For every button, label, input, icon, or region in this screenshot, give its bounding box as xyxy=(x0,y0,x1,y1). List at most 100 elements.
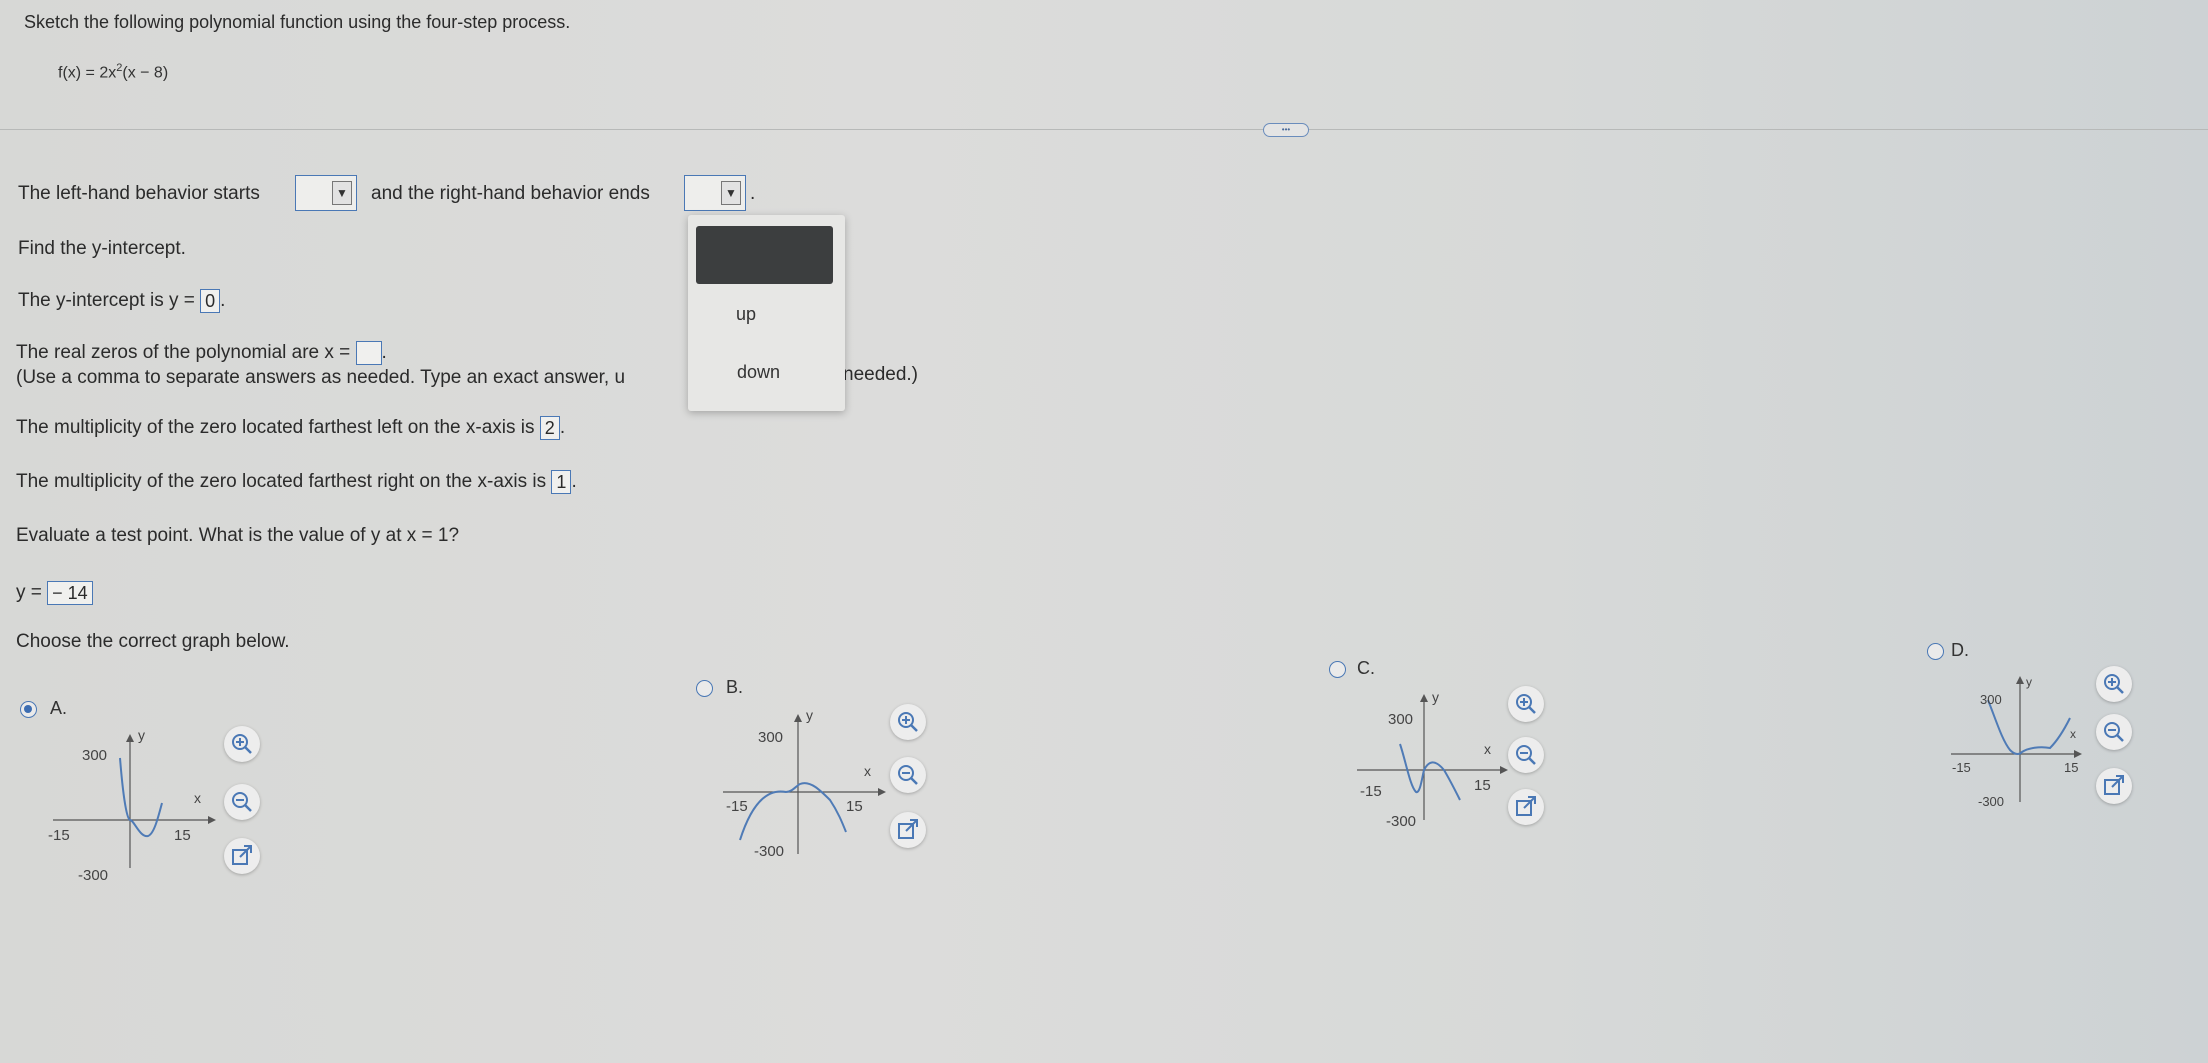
multiplicity-right-line: The multiplicity of the zero located far… xyxy=(16,470,577,494)
zoom-out-icon xyxy=(232,792,252,812)
behavior-period: . xyxy=(750,183,756,204)
zoom-in-icon xyxy=(898,712,918,732)
graph-d-y-arrow xyxy=(2016,676,2024,684)
graph-a-open-button[interactable] xyxy=(224,838,260,874)
zeros-period: . xyxy=(381,342,387,364)
dropdown-option-up[interactable]: up xyxy=(736,304,756,325)
multiplicity-left-label: The multiplicity of the zero located far… xyxy=(16,417,535,439)
zeros-hint-left: (Use a comma to separate answers as need… xyxy=(16,367,626,388)
zeros-input[interactable] xyxy=(355,341,382,365)
graph-c-xmin-label: -15 xyxy=(1360,783,1382,800)
graph-b-xmax-label: 15 xyxy=(846,798,863,815)
intercept-input[interactable]: 0 xyxy=(200,289,221,313)
multiplicity-left-input[interactable]: 2 xyxy=(539,416,560,440)
graph-d-ymax-label: 300 xyxy=(1980,692,2002,707)
graph-a-zoom-out-button[interactable] xyxy=(224,784,260,820)
graph-a-ymin-label: -300 xyxy=(78,867,108,884)
option-d-radio[interactable] xyxy=(1927,643,1944,660)
graph-c-zoom-out-button[interactable] xyxy=(1508,737,1544,773)
right-behavior-label: and the right-hand behavior ends xyxy=(371,183,650,204)
graph-choice-prompt: Choose the correct graph below. xyxy=(16,631,290,652)
option-c-radio[interactable] xyxy=(1329,661,1346,678)
multiplicity-right-label: The multiplicity of the zero located far… xyxy=(16,471,547,493)
graph-c-x-arrow xyxy=(1500,766,1508,774)
graph-b-y-axis-label: y xyxy=(806,708,813,723)
graph-b-xmin-label: -15 xyxy=(726,798,748,815)
graph-a-x-arrow xyxy=(208,816,216,824)
graph-a-x-axis-label: x xyxy=(194,790,201,806)
function-expression: f(x) = 2x2(x − 8) xyxy=(58,62,168,82)
zoom-in-icon xyxy=(232,734,252,754)
graph-d-zoom-out-button[interactable] xyxy=(2096,714,2132,750)
graph-a-ymax-label: 300 xyxy=(82,747,107,764)
graph-d-ymin-label: -300 xyxy=(1978,794,2004,809)
graph-b-x-arrow xyxy=(878,788,886,796)
graph-c-zoom-in-button[interactable] xyxy=(1508,686,1544,722)
test-point-answer-label: y = xyxy=(16,582,42,604)
graph-a-zoom-in-button[interactable] xyxy=(224,726,260,762)
open-external-icon xyxy=(232,845,252,865)
multiplicity-left-line: The multiplicity of the zero located far… xyxy=(16,416,565,440)
graph-c-xmax-label: 15 xyxy=(1474,777,1491,794)
option-b-radio[interactable] xyxy=(696,680,713,697)
zoom-out-icon xyxy=(1516,745,1536,765)
graph-c-open-button[interactable] xyxy=(1508,789,1544,825)
graph-d-xmin-label: -15 xyxy=(1952,760,1971,775)
more-button[interactable]: ••• xyxy=(1263,123,1309,137)
graph-c: 300 -300 -15 15 x y xyxy=(1357,689,1508,830)
multiplicity-left-period: . xyxy=(559,417,566,439)
graph-a: 300 -300 -15 15 x y xyxy=(48,728,216,884)
chevron-down-icon: ▼ xyxy=(332,181,352,205)
zeros-label: The real zeros of the polynomial are x = xyxy=(16,342,351,364)
function-prefix: f(x) = 2x xyxy=(58,64,117,82)
zoom-out-icon xyxy=(898,765,918,785)
dropdown-option-down[interactable]: down xyxy=(737,362,780,383)
behavior-dropdown-menu: up down xyxy=(688,215,845,411)
graph-b-y-arrow xyxy=(794,714,802,722)
zeros-line: The real zeros of the polynomial are x =… xyxy=(16,341,387,365)
graph-d-open-button[interactable] xyxy=(2096,768,2132,804)
right-behavior-dropdown[interactable]: ▼ xyxy=(684,175,746,211)
graph-d-x-axis-label: x xyxy=(2070,727,2076,741)
open-external-icon xyxy=(1516,796,1536,816)
graph-b-x-axis-label: x xyxy=(864,763,871,779)
graph-c-x-axis-label: x xyxy=(1484,741,1491,757)
intercept-heading: Find the y-intercept. xyxy=(18,238,186,259)
graph-d-curve xyxy=(1987,699,2071,755)
option-c-label: C. xyxy=(1357,658,1375,678)
graph-d: 300 -300 -15 15 x y xyxy=(1951,675,2082,809)
graph-c-curve xyxy=(1399,743,1461,801)
zoom-out-icon xyxy=(2104,722,2124,742)
test-point-answer-input[interactable]: − 14 xyxy=(47,581,93,605)
graph-a-y-arrow xyxy=(126,734,134,742)
test-point-question: Evaluate a test point. What is the value… xyxy=(16,525,460,546)
graph-b: 300 -300 -15 15 x y xyxy=(723,708,886,860)
graph-d-zoom-in-button[interactable] xyxy=(2096,666,2132,702)
graph-b-zoom-in-button[interactable] xyxy=(890,704,926,740)
instruction-text: Sketch the following polynomial function… xyxy=(24,12,571,32)
test-point-answer-line: y = − 14 xyxy=(16,581,93,605)
multiplicity-right-input[interactable]: 1 xyxy=(551,470,572,494)
graph-c-y-axis-label: y xyxy=(1432,689,1439,705)
option-a-radio[interactable] xyxy=(20,701,37,718)
option-a-label: A. xyxy=(50,698,68,718)
graph-a-xmin-label: -15 xyxy=(48,827,70,844)
graph-c-y-arrow xyxy=(1420,694,1428,702)
graph-b-zoom-out-button[interactable] xyxy=(890,757,926,793)
graph-c-ymax-label: 300 xyxy=(1388,711,1413,728)
graph-d-x-arrow xyxy=(2074,750,2082,758)
intercept-label: The y-intercept is y = xyxy=(18,290,195,312)
dropdown-option-blank[interactable] xyxy=(696,226,833,284)
open-external-icon xyxy=(898,819,918,839)
graph-a-xmax-label: 15 xyxy=(174,827,191,844)
option-d-label: D. xyxy=(1951,640,1969,660)
open-external-icon xyxy=(2104,775,2124,795)
zeros-hint-right: needed.) xyxy=(843,364,919,385)
option-b-label: B. xyxy=(726,677,744,697)
intercept-line: The y-intercept is y = 0. xyxy=(18,289,225,313)
left-behavior-dropdown[interactable]: ▼ xyxy=(295,175,357,211)
multiplicity-right-period: . xyxy=(571,471,577,493)
left-behavior-label: The left-hand behavior starts xyxy=(18,183,260,204)
graph-b-open-button[interactable] xyxy=(890,812,926,848)
section-divider xyxy=(0,129,2208,130)
